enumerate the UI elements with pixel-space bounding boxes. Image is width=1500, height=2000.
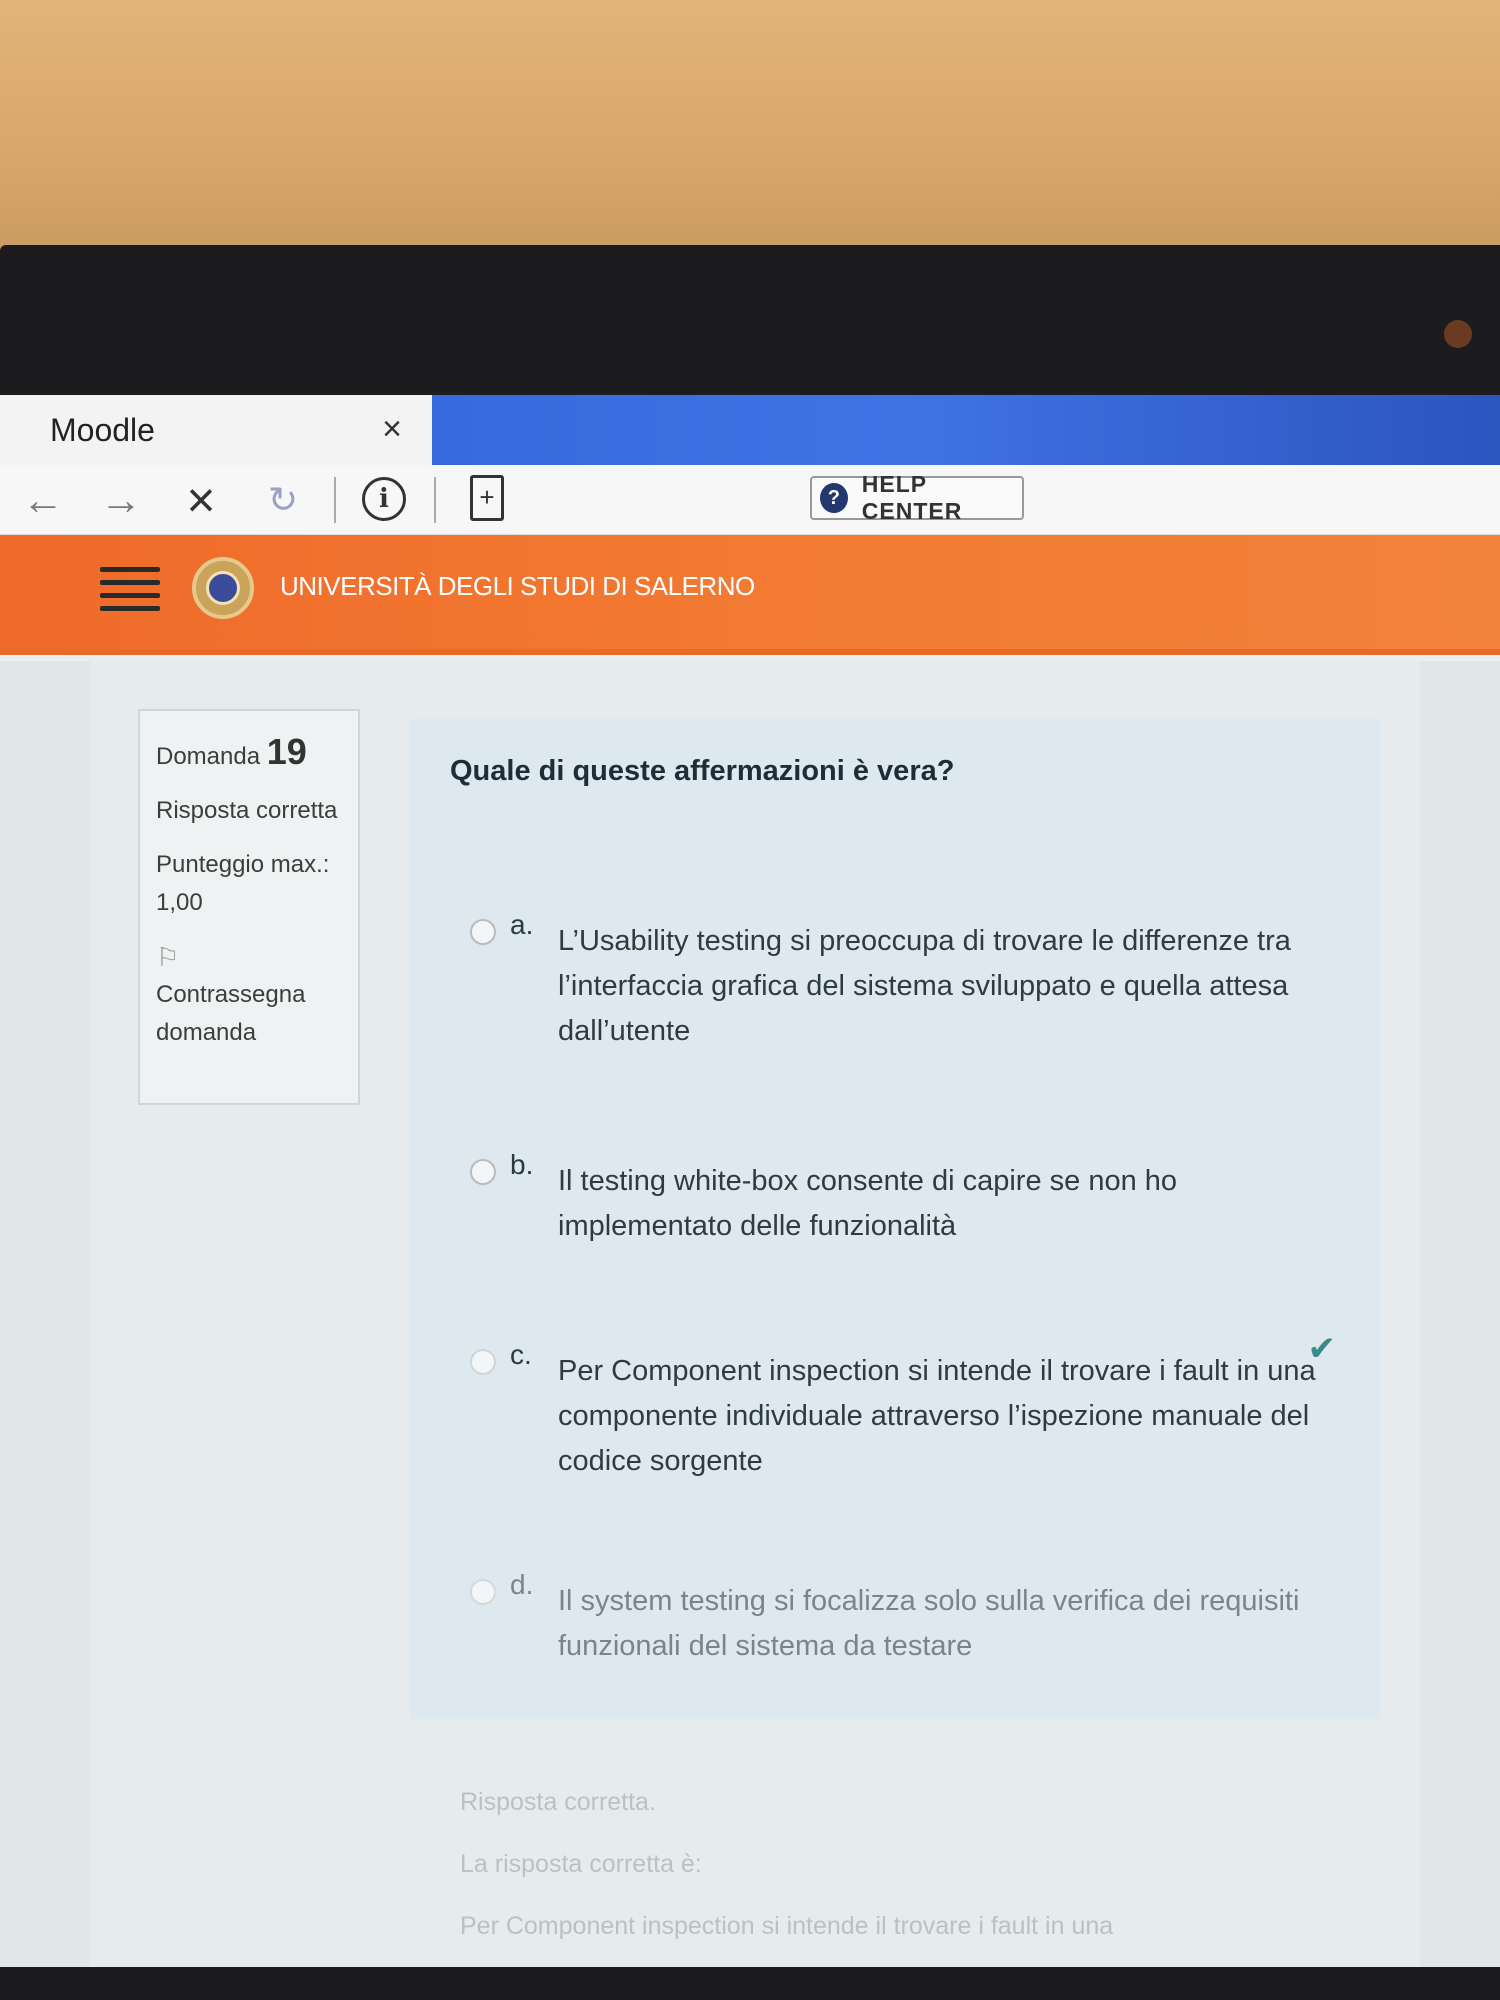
answer-text: Per Component inspection si intende il t… (558, 1355, 1316, 1477)
radio-button[interactable] (470, 919, 496, 945)
navigation-bar: ← → × ↻ i + ? HELP CENTER (0, 465, 1500, 535)
flag-question[interactable]: ⚐ Contrassegna domanda (156, 938, 342, 1052)
browser-window: Moodle × ← → × ↻ i + ? HELP CENTER UNIVE… (0, 395, 1500, 1967)
answer-letter: b. (510, 1149, 534, 1180)
radio-button[interactable] (470, 1349, 496, 1375)
bezel-light (1444, 320, 1472, 348)
question-text: Quale di queste affermazioni è vera? (450, 755, 955, 787)
site-name[interactable]: UNIVERSITÀ DEGLI STUDI DI SALERNO (280, 571, 755, 602)
desk-background (0, 0, 1500, 260)
info-icon[interactable]: i (362, 477, 406, 521)
university-crest-logo[interactable] (192, 557, 254, 619)
tab-close-icon[interactable]: × (372, 409, 412, 449)
flag-icon[interactable]: ⚐ (156, 938, 342, 976)
flag-label: Contrassegna domanda (156, 981, 306, 1046)
answer-text: Il testing white-box consente di capire … (558, 1165, 1178, 1242)
correct-check-icon: ✔ (1307, 1330, 1337, 1368)
question-info-panel: Domanda 19 Risposta corretta Punteggio m… (138, 709, 360, 1105)
reload-icon[interactable]: ↻ (258, 475, 308, 525)
help-center-button[interactable]: ? HELP CENTER (810, 471, 1024, 524)
feedback-status: Risposta corretta. (460, 1788, 656, 1816)
nav-separator (334, 477, 336, 523)
stop-icon[interactable]: × (176, 475, 226, 525)
radio-button[interactable] (470, 1579, 496, 1605)
back-arrow-icon[interactable]: ← (18, 475, 68, 525)
help-center-label: HELP CENTER (861, 471, 963, 524)
feedback-correct-answer: Per Component inspection si intende il t… (460, 1912, 1114, 1940)
tab-strip: Moodle × (0, 395, 1500, 465)
answer-letter: a. (510, 909, 534, 940)
question-number-value: 19 (266, 731, 307, 772)
question-max-score: Punteggio max.: 1,00 (156, 851, 330, 916)
page-add-icon[interactable]: + (470, 475, 504, 521)
page-content: Domanda 19 Risposta corretta Punteggio m… (0, 661, 1500, 1967)
feedback-panel: Risposta corretta. La risposta corretta … (460, 1771, 1360, 1957)
answer-text: Il system testing si focalizza solo sull… (558, 1585, 1300, 1662)
site-header: UNIVERSITÀ DEGLI STUDI DI SALERNO (0, 535, 1500, 655)
answer-letter: d. (510, 1569, 534, 1600)
answer-text: L’Usability testing si preoccupa di trov… (558, 925, 1291, 1047)
help-icon: ? (820, 483, 848, 513)
nav-separator (434, 477, 436, 523)
menu-hamburger-icon[interactable] (100, 567, 160, 611)
browser-tab-moodle[interactable]: Moodle × (0, 395, 432, 465)
question-number: Domanda 19 (156, 731, 307, 772)
feedback-correct-label: La risposta corretta è: (460, 1850, 702, 1878)
tab-title: Moodle (50, 411, 155, 448)
radio-button[interactable] (470, 1159, 496, 1185)
answer-letter: c. (510, 1339, 532, 1370)
forward-arrow-icon[interactable]: → (96, 475, 146, 525)
question-content: Quale di queste affermazioni è vera? a. … (410, 719, 1380, 1719)
question-status: Risposta corretta (156, 797, 338, 824)
